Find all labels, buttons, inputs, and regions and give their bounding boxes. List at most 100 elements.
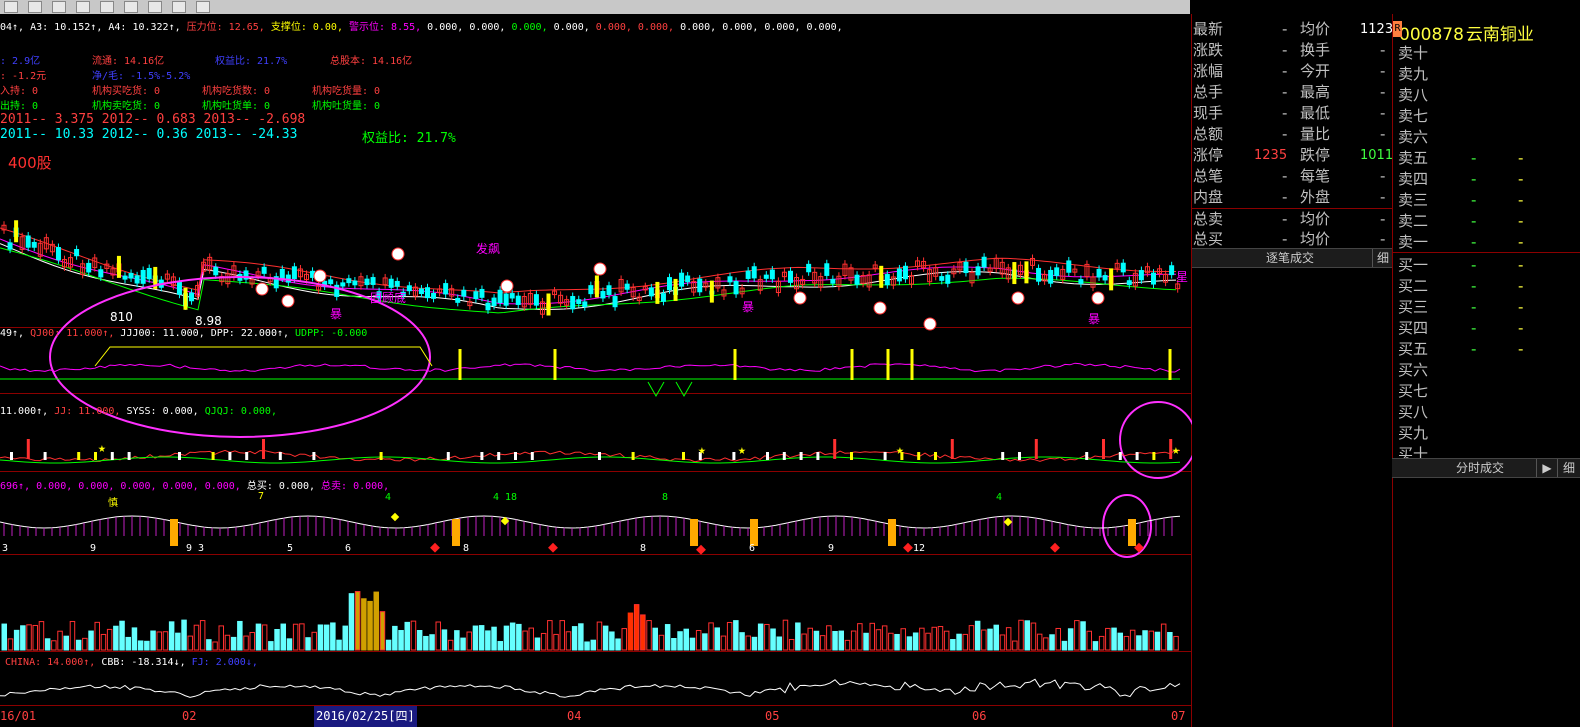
book-level-label: 卖三 (1398, 191, 1429, 209)
bid-row: 买八 (1393, 402, 1580, 423)
volume-bar (956, 633, 962, 651)
jj-bar (514, 452, 517, 460)
candle (1102, 275, 1108, 281)
volume-bar (943, 630, 950, 651)
volume-bar (218, 625, 224, 651)
candle (727, 276, 733, 283)
book-price: - (1471, 149, 1477, 167)
quote-d1: - (1282, 62, 1288, 80)
buysell-label: 9 (828, 543, 835, 554)
tick-trade-button[interactable]: 逐笔成交 (1266, 249, 1314, 267)
draw-icon[interactable] (76, 1, 90, 13)
candle (418, 288, 424, 295)
volume-bar (516, 623, 522, 651)
candle (824, 263, 830, 276)
close-icon[interactable] (4, 1, 18, 13)
candle (854, 274, 860, 285)
ask-row: 卖一 - - (1393, 232, 1580, 253)
info-icon[interactable] (148, 1, 162, 13)
book-price: - (1471, 277, 1477, 295)
ask-row: 卖二 - - (1393, 211, 1580, 232)
minute-detail-button[interactable]: 细 (1557, 459, 1580, 477)
volume-bar (354, 591, 361, 651)
candle (1169, 265, 1175, 276)
minute-trade-button[interactable]: 分时成交 (1456, 459, 1504, 477)
jj-bar (497, 452, 501, 460)
candle (491, 297, 497, 307)
volume-bar (367, 600, 373, 651)
candle (648, 287, 654, 297)
jj-bar (26, 439, 30, 459)
indicator-value: 11.000↑, (0, 406, 55, 417)
volume-bar (305, 637, 311, 651)
jj-bar (446, 452, 450, 460)
jj-bar (833, 439, 837, 459)
candle (261, 266, 267, 274)
volume-bar (243, 635, 249, 651)
trend-icon[interactable] (100, 1, 114, 13)
play-icon[interactable]: ▶ (1536, 459, 1557, 477)
date-label: 07 (1171, 709, 1186, 723)
toolbar (0, 0, 1190, 14)
candle (213, 266, 219, 276)
book-level-label: 卖六 (1398, 128, 1429, 146)
indicator-header-china: CHINA: 14.000↑, CBB: -18.314↓, FJ: 2.000… (5, 657, 258, 669)
diamond-icon[interactable] (196, 1, 210, 13)
picture-icon[interactable] (52, 1, 66, 13)
tick-detail-button[interactable]: 细 (1372, 249, 1393, 267)
volume-bar (106, 628, 113, 651)
book-volume: - (1518, 256, 1524, 274)
volume-bar (478, 625, 485, 651)
volume-bar (534, 637, 541, 651)
indicator-value: QJ00: 11.000↑, (30, 328, 115, 339)
star-icon: ★ (698, 443, 706, 458)
jj-bar (766, 452, 769, 460)
quote-d1: - (1282, 188, 1288, 206)
book-level-label: 买三 (1398, 298, 1429, 316)
diamond-icon (1050, 542, 1060, 553)
volume-bar (13, 629, 20, 651)
signal-candle (655, 281, 660, 304)
document-icon[interactable] (124, 1, 138, 13)
volume-bar (330, 622, 336, 651)
volume-bar (131, 627, 138, 651)
stats-icon[interactable] (172, 1, 186, 13)
indicator-value: JJJ00: 11.000, (114, 328, 205, 339)
volume-bar (627, 612, 634, 651)
ma-line (0, 247, 1177, 314)
quote-l2: 均价 (1300, 230, 1331, 248)
buysell-label: 8 (640, 543, 647, 554)
stock-code: 000878 (1399, 25, 1464, 45)
diamond-icon (390, 512, 400, 522)
jj-bar (917, 452, 921, 460)
candle (1078, 279, 1084, 284)
volume-bar (280, 623, 286, 651)
volume-bar (268, 641, 274, 651)
candle (425, 287, 430, 299)
volume-bar (683, 628, 689, 651)
volume-bar (881, 625, 888, 651)
jj-bar (1152, 452, 1156, 460)
volume-bar (429, 634, 435, 651)
candle (1120, 262, 1126, 273)
quote-l2: 最高 (1300, 83, 1331, 101)
quote-d1: - (1282, 83, 1288, 101)
volume-bar (813, 630, 820, 651)
diamond-icon (903, 542, 913, 553)
volume-bar (7, 638, 14, 651)
buysell-label: 9 3 (186, 543, 205, 554)
quote-panel: 最新 - 均价 1123 涨跌 - 换手 - 涨幅 - 今开 - 总手 - 最高 - 现手 - 最低 - 总额 - 量比 - 涨… (1192, 14, 1393, 254)
quote-l1: 涨跌 (1193, 41, 1224, 59)
quote-l2: 量比 (1300, 125, 1331, 143)
candle (570, 296, 576, 310)
volume-bar (113, 625, 119, 651)
buysell-label: 8 (662, 492, 669, 503)
quote-l1: 总卖 (1193, 210, 1224, 228)
volume-bar (677, 631, 683, 651)
buysell-label: 6 (749, 543, 756, 554)
chart-icon[interactable] (28, 1, 42, 13)
candle (788, 270, 793, 283)
ask-row: 卖六 (1393, 127, 1580, 148)
candle (503, 293, 509, 306)
jj-bar (782, 452, 786, 460)
